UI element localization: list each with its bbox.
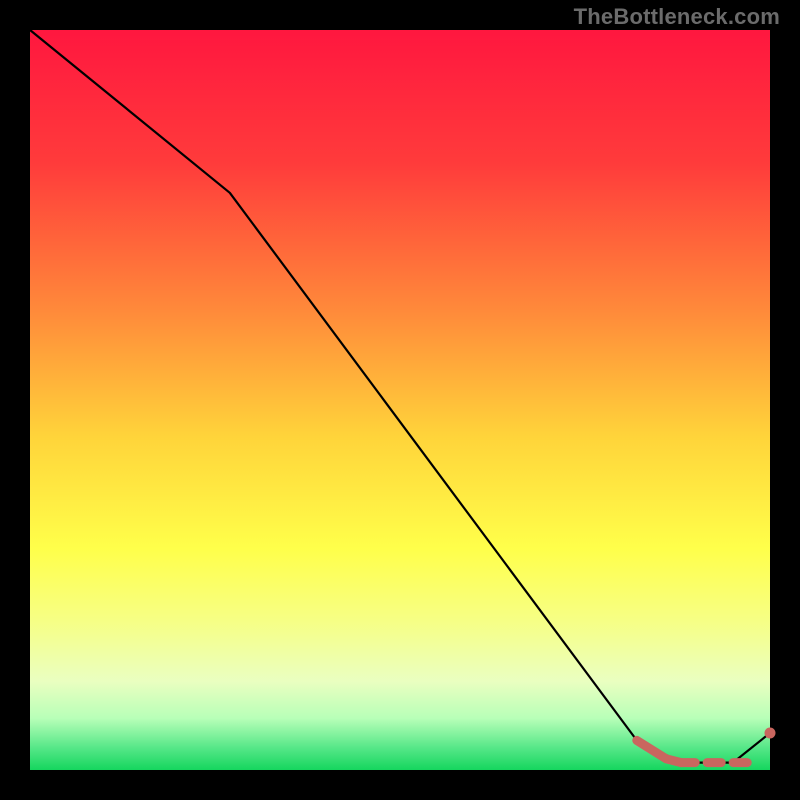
highlight-end-dot bbox=[765, 728, 776, 739]
attribution-label: TheBottleneck.com bbox=[574, 4, 780, 30]
chart-svg bbox=[0, 0, 800, 800]
plot-background bbox=[30, 30, 770, 770]
chart-frame: TheBottleneck.com bbox=[0, 0, 800, 800]
